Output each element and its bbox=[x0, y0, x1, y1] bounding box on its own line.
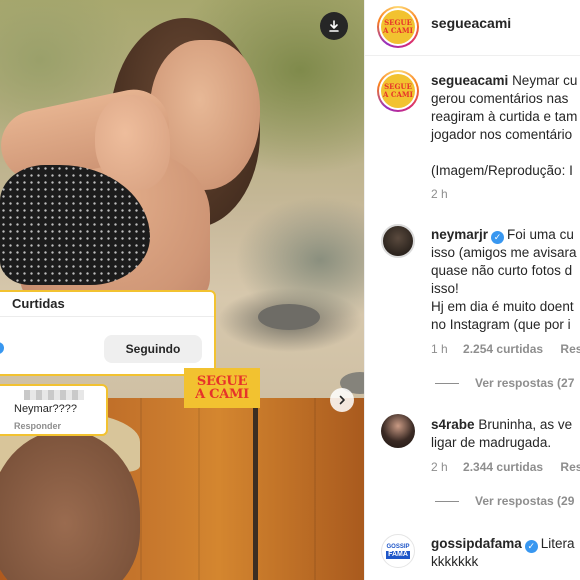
avatar-logo-text: FAMA bbox=[386, 550, 410, 559]
comment-line: Hj em dia é muito doent bbox=[431, 299, 574, 314]
divider bbox=[0, 316, 214, 317]
avatar-logo-text: A CAMI bbox=[383, 26, 413, 35]
caption-line: jogador nos comentário bbox=[431, 127, 573, 142]
caption-username[interactable]: segueacami bbox=[431, 73, 508, 88]
avatar[interactable] bbox=[381, 414, 415, 448]
post-media[interactable]: Curtidas Seguindo Neymar???? Responder S… bbox=[0, 0, 364, 580]
caption-line: (Imagem/Reprodução: I bbox=[431, 163, 573, 178]
rock bbox=[258, 304, 320, 330]
caption: SEGUE A CAMI segueacami Neymar cu gerou … bbox=[365, 56, 580, 206]
verified-badge-icon: ✓ bbox=[524, 540, 538, 553]
comment-line: isso! bbox=[431, 281, 459, 296]
view-replies-button[interactable]: Ver respostas (29 bbox=[435, 494, 574, 508]
comment-card-reply: Responder bbox=[14, 421, 62, 431]
reply-button[interactable]: Resp bbox=[560, 342, 580, 356]
comment-line: kkkkkkk bbox=[431, 554, 479, 569]
comment-line: Litera bbox=[540, 536, 575, 551]
comment-likes[interactable]: 2.344 curtidas bbox=[463, 460, 543, 474]
likes-card: Curtidas Seguindo bbox=[0, 290, 216, 376]
photo-pole bbox=[253, 400, 258, 580]
comment-card: Neymar???? Responder bbox=[0, 384, 108, 436]
caption-time: 2 h bbox=[431, 187, 448, 201]
comment-line: no Instagram (que por i bbox=[431, 317, 571, 332]
comment-line: ligar de madrugada. bbox=[431, 435, 552, 450]
comment-line: Bruninha, as ve bbox=[478, 417, 573, 432]
comment-meta: 2 h 2.344 curtidas Resp bbox=[431, 460, 580, 474]
comment-item: GOSSIP FAMA gossipdafama ✓ Litera kkkkkkk bbox=[365, 524, 580, 580]
comment-username[interactable]: gossipdafama bbox=[431, 536, 522, 551]
verified-badge-icon bbox=[0, 342, 4, 354]
story-ring[interactable]: SEGUE A CAMI bbox=[377, 70, 419, 112]
comment-item: neymarjr ✓ Foi uma cu isso (amigos me avis… bbox=[365, 206, 580, 406]
divider bbox=[435, 383, 459, 385]
segue-a-cami-logo: SEGUE A CAMI bbox=[184, 368, 260, 408]
next-slide-button[interactable] bbox=[330, 388, 354, 412]
comment-text: gossipdafama ✓ Litera kkkkkkk bbox=[431, 535, 580, 571]
verified-badge-icon: ✓ bbox=[491, 231, 505, 244]
comment-line: quase não curto fotos d bbox=[431, 263, 573, 278]
avatar: SEGUE A CAMI bbox=[381, 10, 415, 44]
comment-username[interactable]: neymarjr bbox=[431, 227, 488, 242]
caption-line: gerou comentários nas bbox=[431, 91, 569, 106]
reply-button[interactable]: Resp bbox=[560, 460, 580, 474]
avatar-logo-text: A CAMI bbox=[383, 90, 413, 99]
likes-card-title: Curtidas bbox=[12, 296, 65, 311]
blurred-username bbox=[24, 390, 84, 400]
story-ring[interactable]: SEGUE A CAMI bbox=[377, 6, 419, 48]
caption-line: Neymar cu bbox=[512, 73, 578, 88]
comment-line: Foi uma cu bbox=[507, 227, 574, 242]
caption-text: segueacami Neymar cu gerou comentários n… bbox=[431, 72, 580, 180]
comment-text: neymarjr ✓ Foi uma cu isso (amigos me avis… bbox=[431, 226, 580, 334]
caption-meta: 2 h bbox=[431, 187, 448, 201]
avatar[interactable]: GOSSIP FAMA bbox=[381, 534, 415, 568]
comment-meta: 1 h 2.254 curtidas Resp bbox=[431, 342, 580, 356]
comment-likes[interactable]: 2.254 curtidas bbox=[463, 342, 543, 356]
chevron-right-icon bbox=[339, 395, 345, 405]
download-button[interactable] bbox=[320, 12, 348, 40]
download-icon bbox=[329, 20, 339, 32]
comment-time: 1 h bbox=[431, 342, 448, 356]
avatar-logo-text: GOSSIP bbox=[386, 543, 410, 550]
view-replies-label: Ver respostas (27 bbox=[475, 376, 575, 390]
comment-username[interactable]: s4rabe bbox=[431, 417, 475, 432]
photo-background-panel bbox=[140, 398, 364, 580]
comment-item: s4rabe Bruninha, as ve ligar de madrugad… bbox=[365, 406, 580, 524]
following-button: Seguindo bbox=[104, 335, 202, 363]
comment-line: isso (amigos me avisara bbox=[431, 245, 577, 260]
view-replies-label: Ver respostas (29 bbox=[475, 494, 575, 508]
comment-card-text: Neymar???? bbox=[14, 403, 77, 415]
view-replies-button[interactable]: Ver respostas (27 bbox=[435, 376, 574, 390]
divider bbox=[435, 501, 459, 503]
comments-panel: SEGUE A CAMI segueacami SEGUE A CAMI seg… bbox=[364, 0, 580, 580]
caption-line: reagiram à curtida e tam bbox=[431, 109, 578, 124]
avatar: SEGUE A CAMI bbox=[381, 74, 415, 108]
header-username[interactable]: segueacami bbox=[431, 15, 511, 31]
post-header: SEGUE A CAMI segueacami bbox=[365, 0, 580, 56]
avatar[interactable] bbox=[381, 224, 415, 258]
comment-text: s4rabe Bruninha, as ve ligar de madrugad… bbox=[431, 416, 580, 452]
comment-time: 2 h bbox=[431, 460, 448, 474]
logo-line: A CAMI bbox=[195, 387, 249, 402]
